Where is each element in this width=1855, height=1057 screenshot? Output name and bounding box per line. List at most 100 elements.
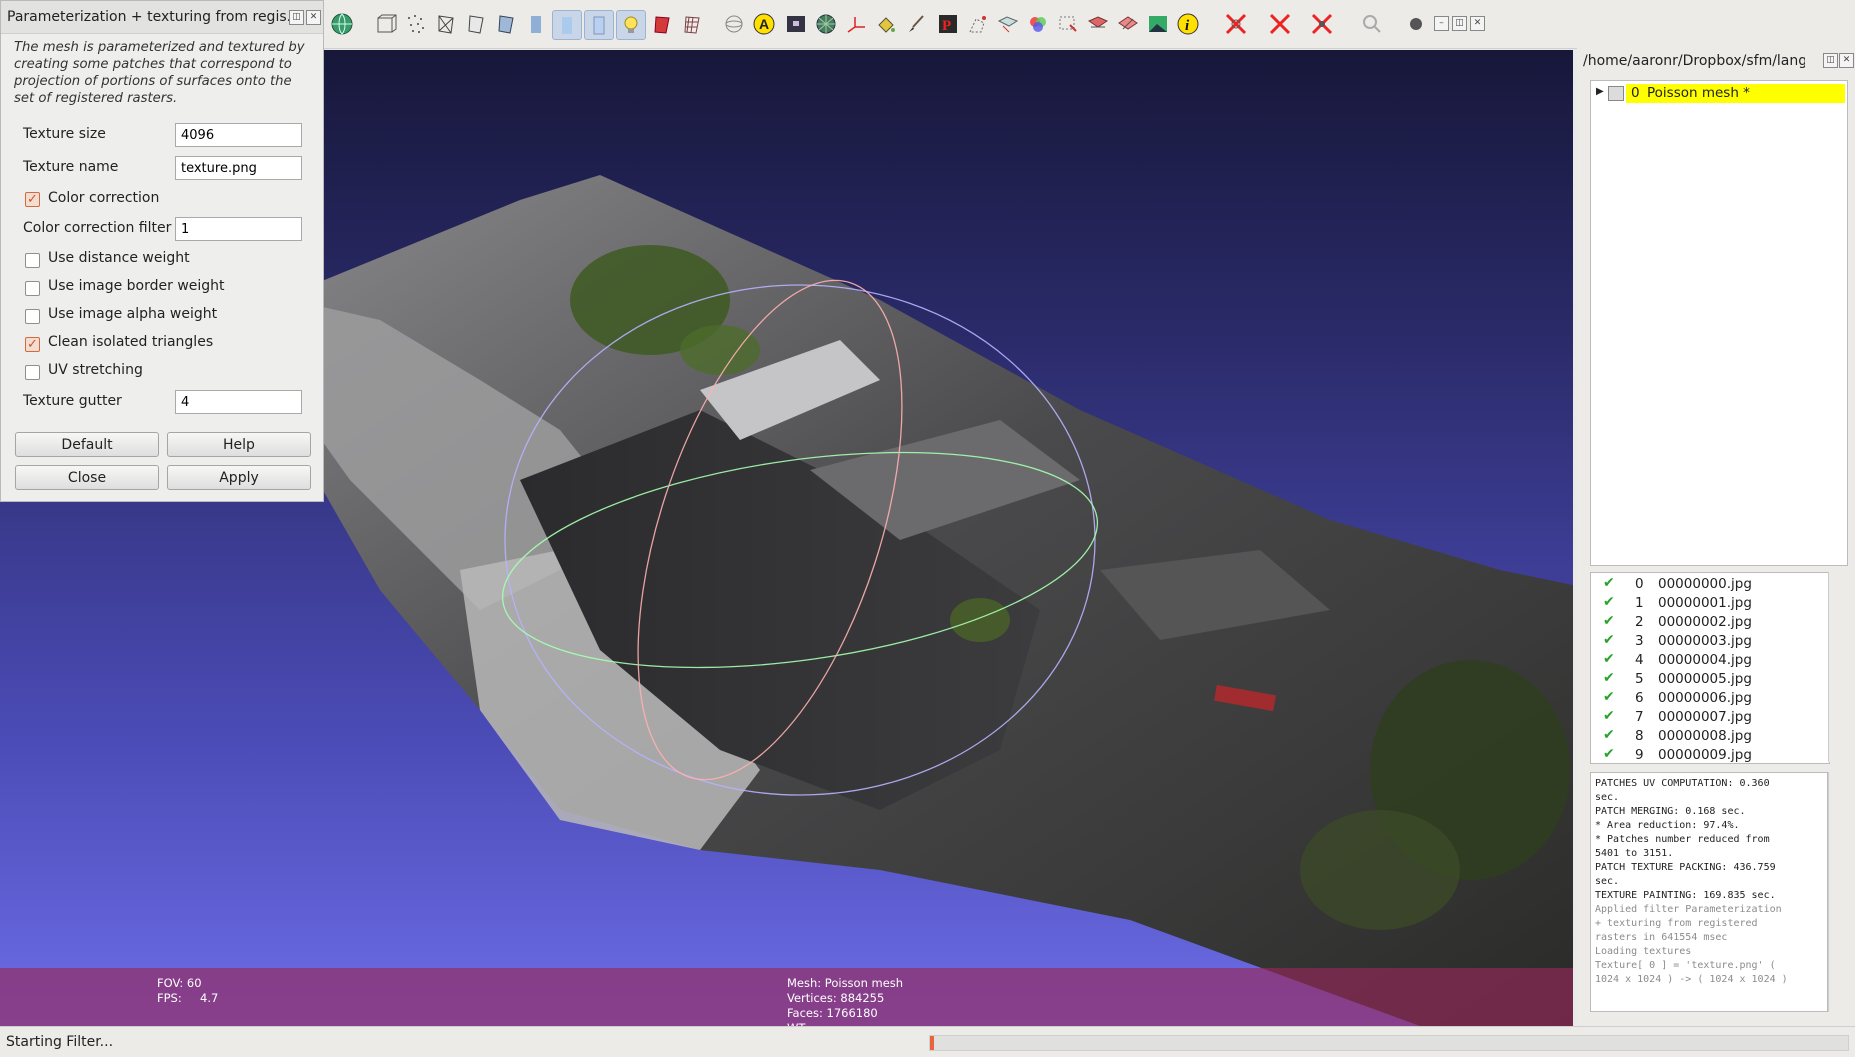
sub-window-icon[interactable] [1402, 10, 1430, 38]
smooth-icon[interactable] [552, 10, 582, 40]
log-line: PATCHES UV COMPUTATION: 0.360 [1595, 778, 1770, 789]
use-image-alpha-weight-checkbox[interactable] [25, 309, 40, 324]
mesh-name-readout: Mesh: Poisson mesh [787, 976, 904, 990]
float-dialog-icon[interactable]: ◫ [289, 10, 304, 25]
vertices-readout: Vertices: 884255 [787, 991, 885, 1005]
raster-visible-check-icon[interactable]: ✔ [1603, 575, 1615, 591]
color-correction-checkbox[interactable] [25, 192, 40, 207]
texture-gutter-input[interactable] [175, 390, 302, 414]
sphere-icon[interactable] [720, 10, 748, 38]
raster-visible-check-icon[interactable]: ✔ [1603, 651, 1615, 667]
default-button[interactable]: Default [15, 432, 159, 457]
layer-row[interactable]: ▶ 0 Poisson mesh * [1591, 84, 1847, 103]
delete-faces-red-icon[interactable] [1266, 10, 1294, 38]
red-texture-icon[interactable] [648, 10, 676, 38]
select-faces-icon[interactable] [994, 10, 1022, 38]
grid-texture-icon[interactable] [678, 10, 706, 38]
close-dialog-icon[interactable]: ✕ [306, 10, 321, 25]
delete-selected-icon[interactable] [1222, 10, 1250, 38]
help-button[interactable]: Help [167, 432, 311, 457]
raster-filename: 00000008.jpg [1658, 728, 1752, 744]
raster-row[interactable]: ✔ 4 00000004.jpg [1591, 651, 1829, 671]
raster-row[interactable]: ✔ 9 00000009.jpg [1591, 746, 1829, 763]
raster-visible-check-icon[interactable]: ✔ [1603, 594, 1615, 610]
image-layer-icon[interactable] [1144, 10, 1172, 38]
flat-icon[interactable] [522, 10, 550, 38]
clean-isolated-triangles-checkbox[interactable] [25, 337, 40, 352]
raster-visible-check-icon[interactable]: ✔ [1603, 746, 1615, 762]
log-line: * Area reduction: 97.4%. [1595, 820, 1740, 831]
status-bar: Starting Filter... [0, 1026, 1855, 1057]
raster-row[interactable]: ✔ 1 00000001.jpg [1591, 594, 1829, 614]
pick-p-icon[interactable]: P [934, 10, 962, 38]
log-line: rasters in 641554 msec [1595, 932, 1728, 943]
raster-list-scrollbar[interactable] [1828, 572, 1843, 762]
raster-camera-icon[interactable] [782, 10, 810, 38]
apply-button[interactable]: Apply [167, 465, 311, 490]
raster-row[interactable]: ✔ 6 00000006.jpg [1591, 689, 1829, 709]
brush-icon[interactable] [902, 10, 930, 38]
texture-name-input[interactable] [175, 156, 302, 180]
clean-isolated-triangles-label: Clean isolated triangles [48, 334, 214, 350]
axes-icon[interactable] [842, 10, 870, 38]
texture-icon[interactable] [584, 10, 614, 40]
select-vertices-icon[interactable] [964, 10, 992, 38]
delete-vertices-red-icon[interactable] [1308, 10, 1336, 38]
close-window-icon[interactable]: ✕ [1470, 16, 1485, 31]
raster-visible-check-icon[interactable]: ✔ [1603, 689, 1615, 705]
color-correction-filter-input[interactable] [175, 217, 302, 241]
raster-filename: 00000002.jpg [1658, 614, 1752, 630]
info-icon[interactable]: i [1174, 10, 1202, 38]
uv-stretching-checkbox[interactable] [25, 365, 40, 380]
texture-size-input[interactable] [175, 123, 302, 147]
svg-text:A: A [759, 16, 769, 32]
raster-visible-check-icon[interactable]: ✔ [1603, 613, 1615, 629]
points-icon[interactable] [402, 10, 430, 38]
log-console: PATCHES UV COMPUTATION: 0.360 sec. PATCH M… [1590, 772, 1828, 1012]
log-line: Loading textures [1595, 946, 1692, 957]
light-bulb-icon[interactable] [616, 10, 646, 40]
faces-readout: Faces: 1766180 [787, 1006, 878, 1020]
close-button[interactable]: Close [15, 465, 159, 490]
raster-row[interactable]: ✔ 7 00000007.jpg [1591, 708, 1829, 728]
flat-lines-icon[interactable] [492, 10, 520, 38]
use-distance-weight-checkbox[interactable] [25, 253, 40, 268]
svg-text:P: P [942, 18, 951, 34]
paint-color-icon[interactable] [1024, 10, 1052, 38]
visibility-eye-icon[interactable] [1608, 86, 1624, 101]
restore-window-icon[interactable]: ◫ [1452, 16, 1467, 31]
raster-row[interactable]: ✔ 0 00000000.jpg [1591, 575, 1829, 595]
dialog-title-bar[interactable]: Parameterization + texturing from regis.… [1, 1, 323, 34]
raster-row[interactable]: ✔ 5 00000005.jpg [1591, 670, 1829, 690]
raster-row[interactable]: ✔ 2 00000002.jpg [1591, 613, 1829, 633]
layer-panel: /home/aaronr/Dropbox/sfm/lang... ◫ ✕ ▶ 0… [1577, 48, 1855, 1026]
raster-visible-check-icon[interactable]: ✔ [1603, 727, 1615, 743]
log-line: Applied filter Parameterization [1595, 904, 1782, 915]
raster-visible-check-icon[interactable]: ✔ [1603, 708, 1615, 724]
select-connected-icon[interactable] [1054, 10, 1082, 38]
float-panel-icon[interactable]: ◫ [1823, 53, 1838, 68]
log-scrollbar[interactable] [1828, 772, 1843, 1012]
annotation-a-icon[interactable]: A [750, 10, 778, 38]
expand-arrow-icon[interactable]: ▶ [1596, 86, 1604, 97]
close-panel-icon[interactable]: ✕ [1839, 53, 1854, 68]
minimize-window-icon[interactable]: – [1434, 16, 1449, 31]
log-line: sec. [1595, 876, 1620, 887]
globe-icon[interactable] [328, 10, 356, 38]
progress-bar [929, 1035, 1849, 1051]
raster-visible-check-icon[interactable]: ✔ [1603, 670, 1615, 686]
wireframe-icon[interactable] [432, 10, 460, 38]
bounding-box-icon[interactable] [372, 10, 400, 38]
delete-vertices-icon[interactable] [1084, 10, 1112, 38]
raster-row[interactable]: ✔ 3 00000003.jpg [1591, 632, 1829, 652]
paint-bucket-icon[interactable] [872, 10, 900, 38]
mesh-sphere-icon[interactable] [812, 10, 840, 38]
search-icon[interactable] [1358, 10, 1386, 38]
use-image-alpha-weight-label: Use image alpha weight [48, 306, 218, 322]
delete-faces-icon[interactable] [1114, 10, 1142, 38]
texture-size-label: Texture size [23, 126, 106, 142]
raster-row[interactable]: ✔ 8 00000008.jpg [1591, 727, 1829, 747]
use-image-border-weight-checkbox[interactable] [25, 281, 40, 296]
raster-visible-check-icon[interactable]: ✔ [1603, 632, 1615, 648]
hidden-lines-icon[interactable] [462, 10, 490, 38]
